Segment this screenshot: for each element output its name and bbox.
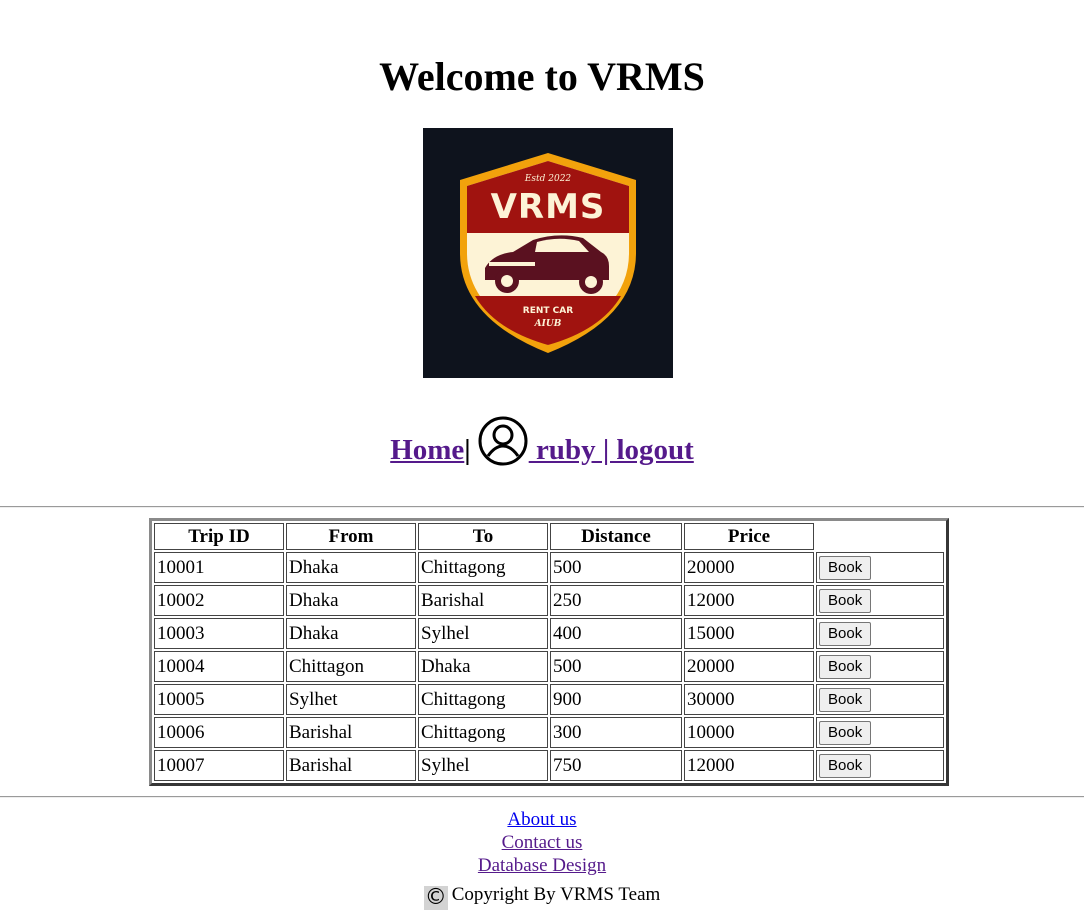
user-circle-icon bbox=[477, 415, 529, 467]
cell-trip-id: 10003 bbox=[154, 618, 284, 649]
trips-table-container: Trip ID From To Distance Price 10001 Dha… bbox=[149, 518, 949, 786]
cell-from: Dhaka bbox=[286, 552, 416, 583]
logo-estd-text: Estd 2022 bbox=[524, 174, 572, 184]
cell-price: 20000 bbox=[684, 651, 814, 682]
cell-action: Book bbox=[816, 618, 944, 649]
cell-price: 15000 bbox=[684, 618, 814, 649]
cell-to: Sylhel bbox=[418, 618, 548, 649]
nav-separator: | bbox=[464, 434, 471, 466]
header-trip-id: Trip ID bbox=[154, 523, 284, 550]
book-button[interactable]: Book bbox=[819, 654, 872, 679]
cell-trip-id: 10005 bbox=[154, 684, 284, 715]
book-button[interactable]: Book bbox=[819, 588, 872, 613]
top-divider bbox=[0, 506, 1084, 508]
cell-to: Chittagong bbox=[418, 684, 548, 715]
table-row: 10007 Barishal Sylhel 750 12000 Book bbox=[154, 750, 944, 781]
cell-trip-id: 10001 bbox=[154, 552, 284, 583]
cell-from: Dhaka bbox=[286, 618, 416, 649]
footer: About us Contact us Database Design © Cop… bbox=[0, 808, 1084, 910]
contact-us-link[interactable]: Contact us bbox=[0, 831, 1084, 854]
cell-to: Chittagong bbox=[418, 552, 548, 583]
main-nav: Home| ruby | logout bbox=[0, 410, 1084, 490]
cell-to: Chittagong bbox=[418, 717, 548, 748]
header-price: Price bbox=[684, 523, 814, 550]
bottom-divider bbox=[0, 796, 1084, 798]
cell-distance: 500 bbox=[550, 552, 682, 583]
table-row: 10006 Barishal Chittagong 300 10000 Book bbox=[154, 717, 944, 748]
vrms-logo: Estd 2022 VRMS RENT CAR AIUB bbox=[423, 128, 673, 378]
table-row: 10005 Sylhet Chittagong 900 30000 Book bbox=[154, 684, 944, 715]
table-row: 10003 Dhaka Sylhel 400 15000 Book bbox=[154, 618, 944, 649]
user-logout-label: ruby | logout bbox=[528, 434, 694, 466]
copyright-icon: © bbox=[423, 885, 448, 910]
cell-to: Sylhel bbox=[418, 750, 548, 781]
cell-trip-id: 10007 bbox=[154, 750, 284, 781]
book-button[interactable]: Book bbox=[819, 753, 872, 778]
cell-distance: 500 bbox=[550, 651, 682, 682]
cell-to: Dhaka bbox=[418, 651, 548, 682]
logo-brand-text: VRMS bbox=[491, 187, 606, 227]
cell-trip-id: 10004 bbox=[154, 651, 284, 682]
cell-distance: 300 bbox=[550, 717, 682, 748]
cell-distance: 750 bbox=[550, 750, 682, 781]
cell-from: Sylhet bbox=[286, 684, 416, 715]
cell-distance: 400 bbox=[550, 618, 682, 649]
copyright-text: Copyright By VRMS Team bbox=[451, 884, 661, 905]
cell-distance: 250 bbox=[550, 585, 682, 616]
book-button[interactable]: Book bbox=[819, 687, 872, 712]
user-logout-link[interactable]: ruby | logout bbox=[471, 416, 694, 466]
about-us-link[interactable]: About us bbox=[0, 808, 1084, 831]
header-to: To bbox=[418, 523, 548, 550]
table-header-row: Trip ID From To Distance Price bbox=[154, 523, 944, 550]
copyright-line: © Copyright By VRMS Team bbox=[0, 883, 1084, 910]
book-button[interactable]: Book bbox=[819, 621, 872, 646]
page-title: Welcome to VRMS bbox=[379, 54, 705, 99]
cell-price: 10000 bbox=[684, 717, 814, 748]
vrms-logo-image: Estd 2022 VRMS RENT CAR AIUB bbox=[460, 153, 636, 353]
cell-action: Book bbox=[816, 684, 944, 715]
cell-distance: 900 bbox=[550, 684, 682, 715]
cell-action: Book bbox=[816, 585, 944, 616]
cell-to: Barishal bbox=[418, 585, 548, 616]
database-design-link[interactable]: Database Design bbox=[0, 854, 1084, 877]
cell-from: Chittagon bbox=[286, 651, 416, 682]
book-button[interactable]: Book bbox=[819, 720, 872, 745]
book-button[interactable]: Book bbox=[819, 555, 872, 580]
home-link[interactable]: Home bbox=[390, 434, 464, 466]
cell-action: Book bbox=[816, 750, 944, 781]
cell-trip-id: 10006 bbox=[154, 717, 284, 748]
cell-from: Barishal bbox=[286, 717, 416, 748]
cell-from: Dhaka bbox=[286, 585, 416, 616]
trips-table: Trip ID From To Distance Price 10001 Dha… bbox=[149, 518, 949, 786]
logo-rent-car-text: RENT CAR bbox=[523, 306, 573, 316]
cell-price: 20000 bbox=[684, 552, 814, 583]
cell-from: Barishal bbox=[286, 750, 416, 781]
header-action bbox=[816, 523, 944, 550]
logo-aiub-text: AIUB bbox=[534, 319, 562, 329]
cell-price: 12000 bbox=[684, 585, 814, 616]
cell-price: 12000 bbox=[684, 750, 814, 781]
cell-action: Book bbox=[816, 651, 944, 682]
table-row: 10001 Dhaka Chittagong 500 20000 Book bbox=[154, 552, 944, 583]
table-row: 10002 Dhaka Barishal 250 12000 Book bbox=[154, 585, 944, 616]
table-row: 10004 Chittagon Dhaka 500 20000 Book bbox=[154, 651, 944, 682]
cell-price: 30000 bbox=[684, 684, 814, 715]
header-distance: Distance bbox=[550, 523, 682, 550]
cell-trip-id: 10002 bbox=[154, 585, 284, 616]
header-from: From bbox=[286, 523, 416, 550]
cell-action: Book bbox=[816, 717, 944, 748]
cell-action: Book bbox=[816, 552, 944, 583]
